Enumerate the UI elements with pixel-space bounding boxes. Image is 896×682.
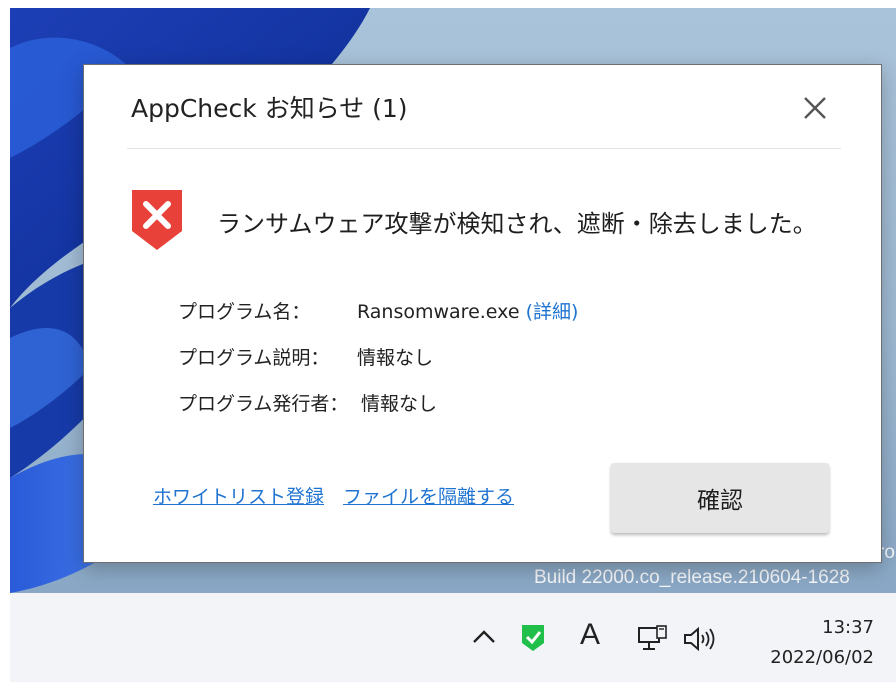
whitelist-register-link[interactable]: ホワイトリスト登録 [153,482,324,509]
title-divider [127,148,841,149]
appcheck-shield-icon[interactable] [519,623,547,653]
red-shield-x-icon [132,190,182,250]
taskbar: A 13:37 2022/06/02 [10,593,896,682]
clock-date: 2022/06/02 [770,647,874,668]
network-icon[interactable] [637,625,667,653]
program-name-value: Ransomware.exe (詳細) [357,297,578,327]
appcheck-alert-dialog: AppCheck お知らせ (1) ランサムウェア攻撃が検知され、遮断・除去しま… [83,64,882,563]
quarantine-file-link[interactable]: ファイルを隔離する [343,482,514,509]
volume-icon[interactable] [683,627,717,651]
close-icon[interactable] [798,91,832,125]
chevron-up-icon[interactable] [471,625,497,649]
program-description-label: プログラム説明： [178,347,330,369]
dialog-title: AppCheck お知らせ (1) [131,94,408,123]
program-publisher-label: プログラム発行者： [178,393,349,415]
confirm-button[interactable]: 確認 [611,463,829,533]
taskbar-clock[interactable]: 13:37 2022/06/02 [744,613,874,673]
screen: ro Build 22000.co_release.210604-1628 A [0,0,896,682]
details-link[interactable]: (詳細) [526,301,579,323]
program-name: Ransomware.exe [357,301,520,323]
program-publisher-value: 情報なし [361,393,438,415]
ime-icon[interactable]: A [576,615,604,655]
alert-message: ランサムウェア攻撃が検知され、遮断・除去しました。 [217,210,817,238]
clock-time: 13:37 [822,617,874,638]
program-name-label: プログラム名： [178,301,311,323]
program-description-value: 情報なし [357,347,434,369]
watermark-build: Build 22000.co_release.210604-1628 [534,567,850,588]
